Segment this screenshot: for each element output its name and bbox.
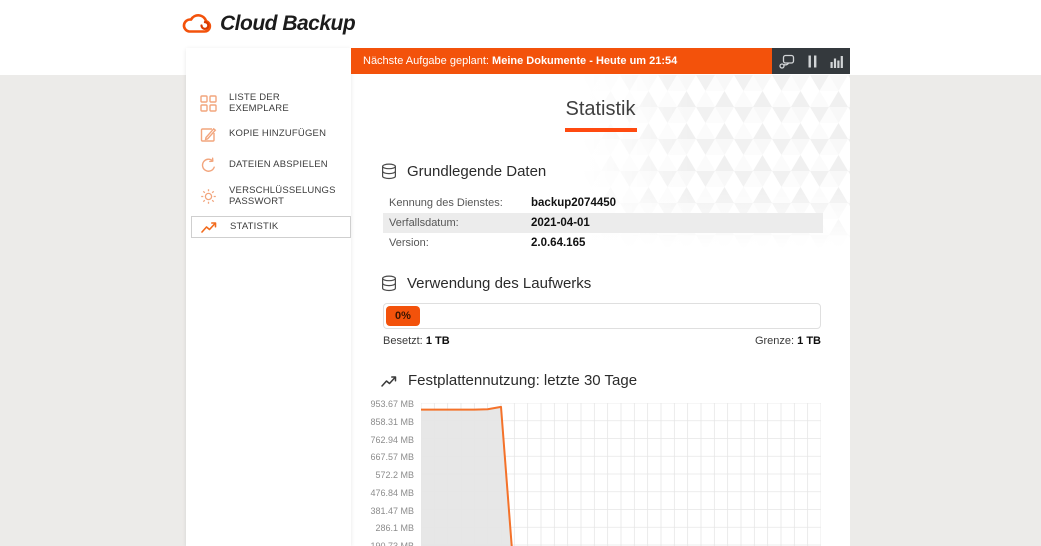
- row-value: 2.0.64.165: [531, 237, 585, 249]
- used-value: 1 TB: [426, 335, 450, 347]
- restore-icon: [200, 157, 217, 174]
- row-label: Version:: [389, 237, 531, 249]
- title-underline: [565, 128, 637, 132]
- sidebar-item-statistik[interactable]: STATISTIK: [191, 216, 351, 238]
- chart-y-tick: 762.94 MB: [370, 435, 414, 445]
- page-title-block: Statistik: [351, 98, 850, 132]
- limit-value: 1 TB: [797, 335, 821, 347]
- sidebar-item-label: VERSCHLÜSSELUNGS PASSWORT: [229, 186, 341, 208]
- trend-icon: [381, 374, 398, 388]
- page-title: Statistik: [351, 98, 850, 121]
- drive-usage-progress-bar: 0%: [383, 303, 821, 329]
- drive-usage-heading: Verwendung des Laufwerks: [381, 275, 591, 292]
- remote-session-icon[interactable]: [779, 54, 795, 69]
- limit-label: Grenze: 1 TB: [755, 335, 821, 347]
- edit-icon: [200, 126, 217, 143]
- app-window: Cloud Backup Nächste Aufgabe geplant: Me…: [0, 0, 1041, 546]
- sidebar-item-label: KOPIE HINZUFÜGEN: [229, 129, 341, 140]
- sidebar-item-verschluesselungs-passwort[interactable]: VERSCHLÜSSELUNGS PASSWORT: [186, 181, 351, 212]
- sidebar-item-label: STATISTIK: [230, 222, 342, 233]
- chart-y-tick: 476.84 MB: [370, 488, 414, 498]
- chart-y-tick: 572.2 MB: [375, 470, 414, 480]
- basic-data-heading-text: Grundlegende Daten: [407, 163, 546, 180]
- drive-icon: [381, 275, 397, 292]
- next-task-detail: Meine Dokumente - Heute um 21:54: [492, 55, 677, 67]
- row-value: 2021-04-01: [531, 217, 590, 229]
- pause-icon[interactable]: [808, 55, 817, 68]
- banner-action-bar: [772, 48, 850, 74]
- drive-usage-labels: Besetzt: 1 TB Grenze: 1 TB: [383, 335, 821, 347]
- chart-y-tick: 667.57 MB: [370, 452, 414, 462]
- next-task-message: Nächste Aufgabe geplant: Meine Dokumente…: [351, 48, 772, 74]
- stats-bars-icon[interactable]: [830, 55, 844, 68]
- basic-data-heading: Grundlegende Daten: [381, 163, 546, 180]
- chart-heading-text: Festplattennutzung: letzte 30 Tage: [408, 372, 637, 389]
- row-label: Verfallsdatum:: [389, 217, 531, 229]
- sidebar: LISTE DER EXEMPLARE KOPIE HINZUFÜGEN DAT…: [186, 48, 351, 546]
- database-icon: [381, 163, 397, 180]
- grid-icon: [200, 95, 217, 112]
- drive-usage-heading-text: Verwendung des Laufwerks: [407, 275, 591, 292]
- chart-heading: Festplattennutzung: letzte 30 Tage: [381, 372, 637, 389]
- sidebar-item-liste-der-exemplare[interactable]: LISTE DER EXEMPLARE: [186, 88, 351, 119]
- row-value: backup2074450: [531, 197, 616, 209]
- chart-y-tick: 953.67 MB: [370, 399, 414, 409]
- chart-y-tick: 190.73 MB: [370, 541, 414, 546]
- table-row: Kennung des Dienstes: backup2074450: [383, 193, 823, 213]
- chart-y-tick: 381.47 MB: [370, 506, 414, 516]
- table-row: Version: 2.0.64.165: [383, 233, 823, 253]
- sidebar-item-dateien-abspielen[interactable]: DATEIEN ABSPIELEN: [186, 150, 351, 181]
- table-row: Verfallsdatum: 2021-04-01: [383, 213, 823, 233]
- sidebar-item-kopie-hinzufuegen[interactable]: KOPIE HINZUFÜGEN: [186, 119, 351, 150]
- app-logo-text: Cloud Backup: [220, 12, 355, 36]
- next-task-banner: Nächste Aufgabe geplant: Meine Dokumente…: [351, 48, 850, 74]
- disk-usage-chart: [421, 403, 821, 546]
- used-label: Besetzt: 1 TB: [383, 335, 450, 347]
- chart-y-tick: 858.31 MB: [370, 417, 414, 427]
- row-label: Kennung des Dienstes:: [389, 197, 531, 209]
- basic-data-table: Kennung des Dienstes: backup2074450 Verf…: [383, 193, 823, 253]
- cloud-logo-icon: [180, 10, 216, 38]
- main-content: Statistik Grundlegende Daten Kennung des…: [351, 75, 850, 546]
- app-logo: Cloud Backup: [180, 9, 355, 39]
- chart-y-tick: 286.1 MB: [375, 523, 414, 533]
- sidebar-item-label: LISTE DER EXEMPLARE: [229, 93, 341, 115]
- sidebar-item-label: DATEIEN ABSPIELEN: [229, 160, 341, 171]
- progress-percent-badge: 0%: [386, 306, 420, 326]
- chart-line-icon: [201, 220, 218, 234]
- gear-icon: [200, 188, 217, 205]
